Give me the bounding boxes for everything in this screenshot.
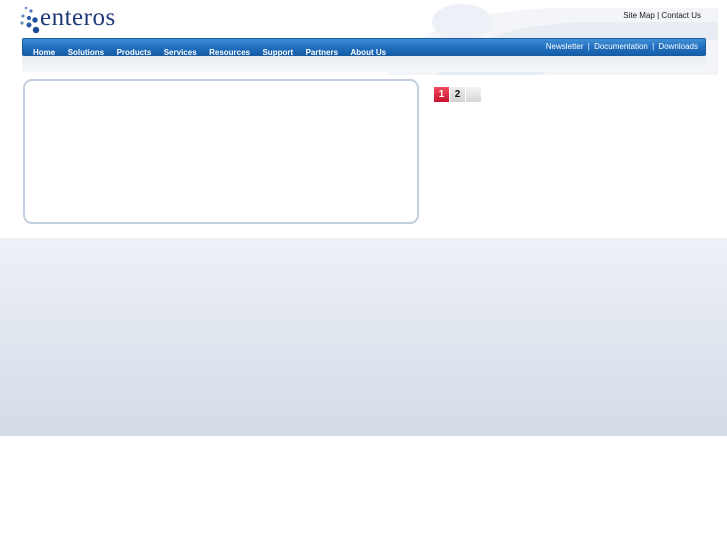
pager-button-1[interactable]: 1 bbox=[434, 87, 449, 102]
feature-panel bbox=[23, 79, 419, 224]
downloads-link[interactable]: Downloads bbox=[658, 42, 698, 51]
nav-separator: | bbox=[652, 42, 655, 51]
site-map-link[interactable]: Site Map bbox=[623, 11, 655, 20]
contact-us-link[interactable]: Contact Us bbox=[661, 11, 701, 20]
main-nav-bar: Home Solutions Products Services Resourc… bbox=[22, 38, 706, 57]
enteros-logo[interactable]: enteros bbox=[20, 4, 135, 35]
page-container: enteros Site Map | Contact Us Home Solut… bbox=[7, 0, 718, 238]
sub-nav-bar bbox=[22, 56, 706, 72]
nav-right-links: Newsletter | Documentation | Downloads bbox=[546, 42, 698, 51]
pager-button-2[interactable]: 2 bbox=[450, 87, 465, 102]
top-links: Site Map | Contact Us bbox=[623, 11, 701, 20]
nav-separator: | bbox=[587, 42, 590, 51]
pager-button-3[interactable] bbox=[466, 87, 481, 102]
slide-pager: 12 bbox=[434, 87, 482, 103]
newsletter-link[interactable]: Newsletter bbox=[546, 42, 584, 51]
page-background-band bbox=[0, 238, 727, 436]
logo-dots-icon bbox=[20, 6, 40, 34]
top-links-separator: | bbox=[657, 11, 660, 20]
logo-wordmark: enteros bbox=[40, 4, 116, 31]
documentation-link[interactable]: Documentation bbox=[594, 42, 648, 51]
